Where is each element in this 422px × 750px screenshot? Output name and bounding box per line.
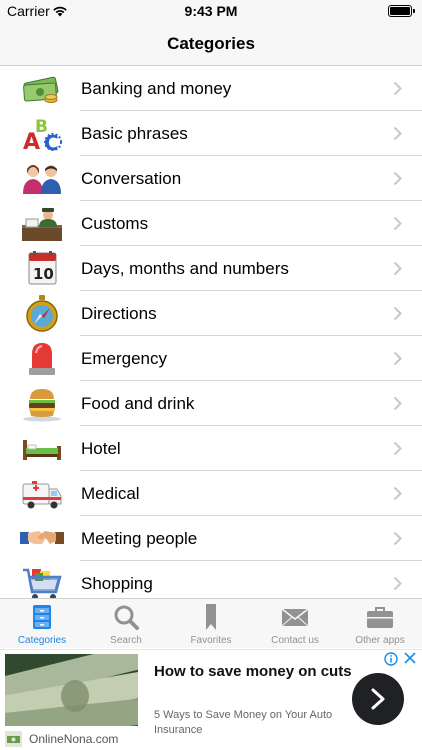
tab-label: Contact us	[271, 635, 319, 646]
tab-search[interactable]: Search	[84, 599, 168, 649]
handshake-icon	[20, 520, 64, 557]
category-row-banking[interactable]: Banking and money	[0, 66, 422, 111]
chevron-right-icon	[393, 171, 402, 186]
tab-label: Categories	[17, 635, 67, 646]
category-row-shopping[interactable]: Shopping	[0, 561, 422, 598]
chevron-right-icon	[393, 351, 402, 366]
envelope-icon	[282, 604, 308, 630]
category-label: Shopping	[81, 574, 153, 593]
category-row-meeting-people[interactable]: Meeting people	[0, 516, 422, 561]
abc-blocks-icon: A B C	[20, 115, 64, 152]
customs-officer-icon	[20, 205, 64, 242]
category-label: Days, months and numbers	[81, 259, 289, 278]
category-row-directions[interactable]: Directions	[0, 291, 422, 336]
calendar-icon: 10	[20, 250, 64, 287]
category-row-medical[interactable]: Medical	[0, 471, 422, 516]
battery-icon	[388, 5, 415, 17]
category-row-days-months-numbers[interactable]: 10 Days, months and numbers	[0, 246, 422, 291]
chevron-right-icon	[393, 216, 402, 231]
tab-contact-us[interactable]: Contact us	[253, 599, 337, 649]
category-label: Hotel	[81, 439, 121, 458]
tab-bar: Categories Search Favorites Contact us O…	[0, 598, 422, 648]
ambulance-icon	[20, 475, 64, 512]
chevron-right-icon	[393, 531, 402, 546]
tab-label: Search	[110, 635, 142, 646]
tab-other-apps[interactable]: Other apps	[338, 599, 422, 649]
tab-favorites[interactable]: Favorites	[169, 599, 253, 649]
tab-label: Other apps	[355, 635, 405, 646]
category-row-emergency[interactable]: Emergency	[0, 336, 422, 381]
status-bar: Carrier 9:43 PM	[0, 0, 422, 22]
category-row-hotel[interactable]: Hotel	[0, 426, 422, 471]
people-talking-icon	[20, 160, 64, 197]
category-label: Meeting people	[81, 529, 198, 548]
money-icon	[20, 70, 64, 107]
category-label: Medical	[81, 484, 140, 503]
ad-banner[interactable]: OnlineNona.com How to save money on cuts…	[0, 649, 422, 750]
category-label: Emergency	[81, 349, 167, 368]
compass-icon	[20, 295, 64, 332]
category-label: Conversation	[81, 169, 182, 188]
close-icon[interactable]	[403, 651, 417, 665]
category-label: Customs	[81, 214, 149, 233]
dollar-bills-icon[interactable]	[5, 654, 138, 726]
burger-icon	[20, 385, 64, 422]
ad-open-button[interactable]	[352, 673, 404, 725]
magnifier-icon	[113, 604, 139, 630]
ad-description: 5 Ways to Save Money on Your Auto Insura…	[154, 709, 333, 736]
source-logo-icon	[5, 731, 22, 747]
tab-label: Favorites	[190, 635, 232, 646]
category-row-customs[interactable]: Customs	[0, 201, 422, 246]
bookmark-icon	[198, 604, 224, 630]
filing-cabinet-icon	[29, 604, 55, 630]
chevron-right-icon	[393, 486, 402, 501]
category-label: Basic phrases	[81, 124, 188, 143]
shopping-cart-icon	[20, 565, 64, 598]
navigation-bar: Categories	[0, 22, 422, 66]
category-label: Banking and money	[81, 79, 232, 98]
chevron-right-icon	[371, 688, 385, 710]
page-title: Categories	[167, 34, 255, 53]
chevron-right-icon	[393, 396, 402, 411]
svg-text:10: 10	[33, 265, 54, 283]
chevron-right-icon	[393, 441, 402, 456]
chevron-right-icon	[393, 261, 402, 276]
chevron-right-icon	[393, 576, 402, 591]
ad-info-icon[interactable]	[384, 652, 398, 666]
siren-icon	[20, 340, 64, 377]
category-row-basic-phrases[interactable]: A B C Basic phrases	[0, 111, 422, 156]
ad-title[interactable]: How to save money on cuts	[154, 661, 354, 683]
category-row-food-drink[interactable]: Food and drink	[0, 381, 422, 426]
category-label: Food and drink	[81, 394, 195, 413]
ad-source-label: OnlineNona.com	[29, 732, 119, 746]
category-label: Directions	[81, 304, 157, 323]
category-row-conversation[interactable]: Conversation	[0, 156, 422, 201]
chevron-right-icon	[393, 306, 402, 321]
tab-categories[interactable]: Categories	[0, 599, 84, 649]
bed-icon	[20, 430, 64, 467]
chevron-right-icon	[393, 81, 402, 96]
category-list[interactable]: Banking and money A B C Basic phrases Co…	[0, 66, 422, 598]
briefcase-icon	[367, 604, 393, 630]
clock: 9:43 PM	[184, 3, 238, 19]
chevron-right-icon	[393, 126, 402, 141]
